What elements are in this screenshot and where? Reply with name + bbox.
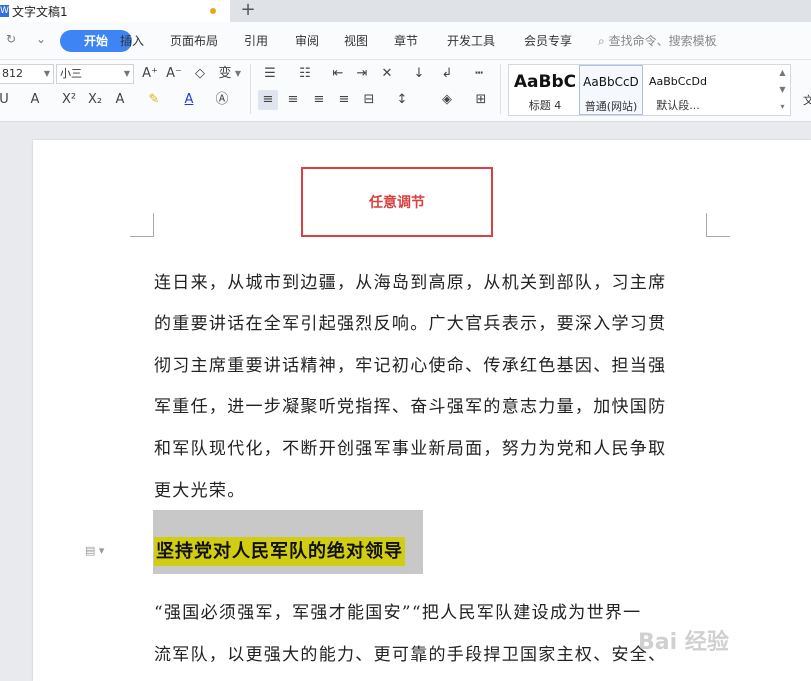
align-right-icon[interactable]: ≡ [310,90,328,110]
borders-icon[interactable]: ⊞ [472,90,490,110]
section-heading[interactable]: 坚持党对人民军队的绝对领导 [154,537,405,566]
paragraph-menu-icon[interactable]: ▤ ▾ [85,544,104,557]
margin-corner-mark [706,213,730,237]
unsaved-dot-icon [210,8,216,14]
body-text-line[interactable]: 更大光荣。 [154,476,246,501]
document-page[interactable]: 任意调节 连日来，从城市到边疆，从海岛到高原，从机关到部队，习主席 的重要讲话在… [33,140,811,681]
numbered-list-icon[interactable]: ☷ [296,64,314,84]
undo-icon[interactable]: ↻ [6,32,16,46]
highlight-color-icon[interactable]: ✎ [145,90,163,110]
pinyin-icon[interactable]: 变 [216,64,234,84]
body-text-line[interactable]: 军重任，进一步凝聚听党指挥、奋斗强军的意志力量，加快国防 [154,392,666,417]
body-text-line[interactable]: 彻习主席重要讲话精神，牢记初心使命、传承红色基因、担当强 [154,351,666,376]
search-placeholder: 查找命令、搜索模板 [608,34,717,48]
document-tab[interactable]: W 文字文稿1 [0,0,230,22]
chevron-down-icon[interactable]: ▼ [234,64,242,84]
subscript-icon[interactable]: X₂ [84,90,106,110]
shading-icon[interactable]: ◈ [438,90,456,110]
chevron-down-icon[interactable]: ▼ [774,81,791,98]
style-default-paragraph[interactable]: AaBbCcDd 默认段... [643,65,713,115]
strikethrough-icon[interactable]: A [26,90,44,110]
body-text-line[interactable]: 连日来，从城市到边疆，从海岛到高原，从机关到部队，习主席 [154,268,666,293]
shrink-font-icon[interactable]: A⁻ [165,64,183,84]
align-left-icon[interactable]: ≡ [258,90,278,110]
tab-chapter[interactable]: 章节 [394,32,418,49]
quick-access-dropdown-icon[interactable]: ⌄ [36,32,46,46]
char-border-icon[interactable]: Ⓐ [213,90,231,110]
text-effect-icon[interactable]: A [111,90,129,110]
sort-icon[interactable]: ↓ [410,64,428,84]
tab-view[interactable]: 视图 [344,32,368,49]
text-tool-label[interactable]: 文 [803,92,811,108]
style-name: 标题 4 [528,99,562,112]
gallery-more-icon[interactable]: ▾ [774,98,791,115]
chevron-down-icon: ▼ [123,69,130,78]
ruler-icon[interactable]: ┅ [470,64,488,84]
tab-developer-tools[interactable]: 开发工具 [447,32,495,49]
tab-review[interactable]: 审阅 [295,32,319,49]
font-name-select[interactable]: 812 ▼ [0,64,54,84]
style-normal-web[interactable]: AaBbCcD 普通(网站) [579,65,643,115]
style-sample: AaBbCcD [583,75,639,89]
distributed-icon[interactable]: ⊟ [360,90,378,110]
document-tab-title: 文字文稿1 [12,4,68,19]
annotation-box: 任意调节 [301,167,493,237]
style-sample: AaBbC [513,72,577,92]
watermark: Bai 经验 [638,630,729,655]
tab-page-layout[interactable]: 页面布局 [170,32,218,49]
writer-app-icon: W [0,5,9,17]
search-icon: ⌕ [598,34,605,48]
font-size-select[interactable]: 小三 ▼ [56,64,134,84]
tab-insert[interactable]: 插入 [120,32,144,49]
margin-corner-mark [130,213,154,237]
chevron-down-icon: ▼ [43,69,50,78]
decrease-indent-icon[interactable]: ⇤ [329,64,347,84]
ribbon-divider [500,64,501,114]
clear-format-icon[interactable]: ◇ [191,64,209,84]
font-name-value: 812 [2,67,23,80]
font-size-value: 小三 [60,67,82,80]
command-search[interactable]: ⌕ 查找命令、搜索模板 [598,32,717,49]
chevron-up-icon[interactable]: ▲ [774,64,791,81]
chinese-layout-icon[interactable]: ✕ [378,64,396,84]
increase-indent-icon[interactable]: ⇥ [353,64,371,84]
underline-icon[interactable]: U [0,90,10,110]
ribbon-divider [250,64,251,114]
body-text-line[interactable]: 流军队，以更强大的能力、更可靠的手段捍卫国家主权、安全、 [154,640,666,665]
style-name: 默认段... [656,99,700,112]
style-sample: AaBbCcDd [649,75,707,88]
gallery-scroll[interactable]: ▲ ▼ ▾ [774,64,791,116]
bullet-list-icon[interactable]: ☰ [261,64,279,84]
show-marks-icon[interactable]: ↲ [438,64,456,84]
superscript-icon[interactable]: X² [58,90,80,110]
tab-bar: W 文字文稿1 + [0,0,811,22]
styles-gallery: AaBbC 标题 4 AaBbCcD 普通(网站) AaBbCcDd 默认段..… [508,64,791,116]
align-center-icon[interactable]: ≡ [284,90,302,110]
body-text-line[interactable]: “强国必须强军，军强才能国安”“把人民军队建设成为世界一 [154,598,641,623]
line-spacing-icon[interactable]: ↕ [393,90,411,110]
tab-member[interactable]: 会员专享 [524,32,572,49]
body-text-line[interactable]: 和军队现代化，不断开创强军事业新局面，努力为党和人民争取 [154,434,666,459]
document-workspace: 任意调节 连日来，从城市到边疆，从海岛到高原，从机关到部队，习主席 的重要讲话在… [0,122,811,681]
annotation-label: 任意调节 [369,195,425,211]
tab-references[interactable]: 引用 [244,32,268,49]
grow-font-icon[interactable]: A⁺ [141,64,159,84]
body-text-line[interactable]: 的重要讲话在全军引起强烈反响。广大官兵表示，要深入学习贯 [154,309,666,334]
menu-bar: ↻ ⌄ 开始 插入 页面布局 引用 审阅 视图 章节 开发工具 会员专享 ⌕ 查… [0,22,811,60]
ribbon-toolbar: 812 ▼ 小三 ▼ A⁺ A⁻ ◇ 变 ▼ ☰ ☷ ⇤ ⇥ ✕ ↓ ↲ ┅ U… [0,60,811,122]
style-name: 普通(网站) [584,100,638,113]
new-tab-button[interactable]: + [238,0,258,22]
font-color-icon[interactable]: A [180,90,198,110]
style-heading-4[interactable]: AaBbC 标题 4 [511,65,579,115]
justify-icon[interactable]: ≡ [335,90,353,110]
